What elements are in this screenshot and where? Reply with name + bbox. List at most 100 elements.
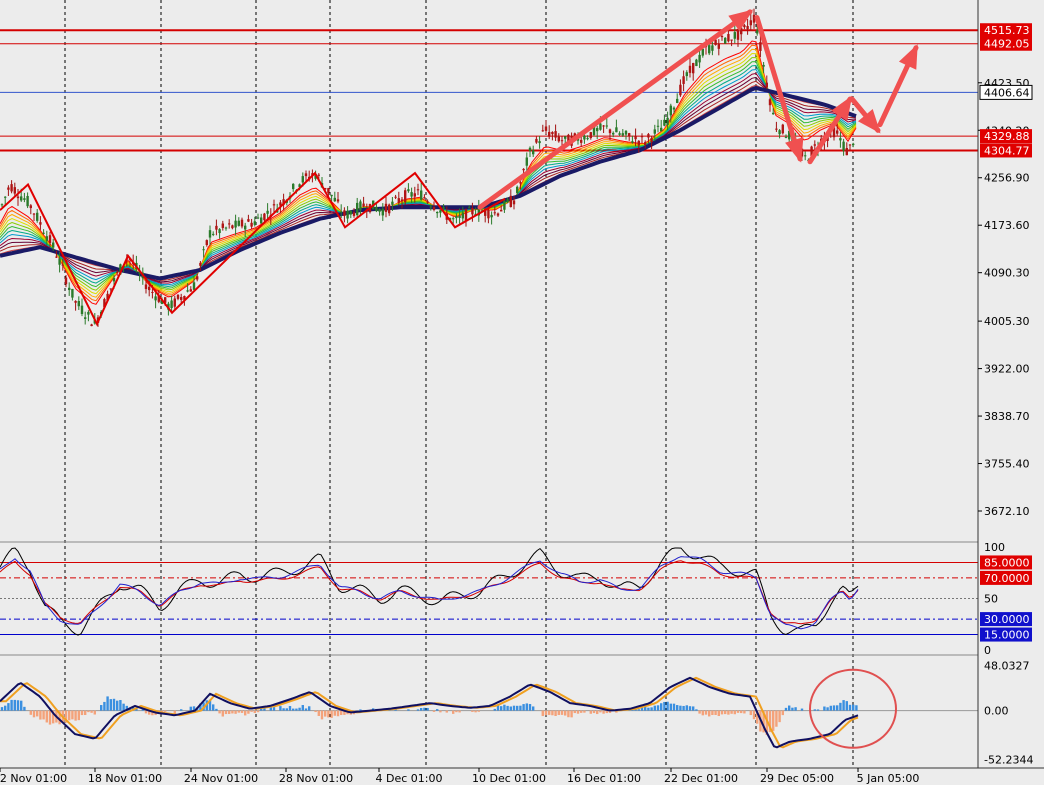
candle-body [90, 324, 93, 327]
candle-body [218, 229, 221, 234]
candle-body [87, 311, 90, 315]
candle-body [228, 223, 231, 225]
candle-body [836, 130, 839, 134]
macd-histogram-bar [592, 710, 596, 714]
candle-body [682, 76, 685, 84]
candle-body [733, 32, 736, 39]
macd-histogram-bar [106, 696, 109, 711]
candle-body [7, 187, 10, 190]
macd-histogram-bar [119, 700, 122, 711]
macd-tick-label: -52.2344 [984, 754, 1033, 767]
macd-histogram-bar [42, 710, 45, 720]
price-tags: 4515.734492.05 4406.64 4329.884304.77 [979, 23, 1033, 158]
candle-body [458, 215, 461, 218]
candle-body [730, 39, 733, 41]
candle-body [583, 135, 586, 140]
macd-histogram-bar [653, 705, 656, 711]
candle-body [317, 174, 320, 176]
candle-body [202, 249, 205, 251]
candle-body [224, 227, 228, 229]
candle-body [346, 210, 349, 219]
oscillator-level-label: 30.0000 [984, 613, 1030, 626]
price-tag-label: 4304.77 [984, 144, 1030, 157]
candle-body [589, 132, 592, 139]
macd-histogram-bar [16, 700, 20, 711]
macd-histogram-bar [90, 710, 93, 713]
oscillator-level-label: 85.0000 [984, 556, 1030, 569]
candle-body [727, 34, 730, 42]
macd-histogram-bar [452, 710, 455, 714]
candle-body [708, 45, 711, 54]
macd-histogram-bar [522, 704, 525, 711]
macd-histogram-bar [676, 705, 679, 711]
candle-body [71, 288, 74, 298]
macd-histogram-bar [644, 707, 647, 711]
candle-body [468, 207, 471, 209]
candle-body [148, 286, 151, 291]
macd-histogram-bar [564, 710, 567, 716]
candle-body [333, 197, 336, 202]
candle-body [176, 294, 180, 299]
price-tick-label: 3922.00 [984, 363, 1030, 376]
candle-body [154, 296, 157, 301]
macd-histogram-bar [39, 710, 42, 720]
candle-body [672, 107, 676, 110]
macd-histogram-bar [336, 710, 340, 717]
macd-histogram-bar [68, 710, 71, 721]
candle-body [749, 20, 752, 26]
macd-histogram-bar [74, 710, 77, 721]
candle-body [327, 188, 330, 194]
candle-body [394, 196, 397, 198]
candle-body [416, 189, 420, 191]
candle-body [173, 298, 176, 307]
oscillator-level-label: 15.0000 [984, 629, 1030, 642]
macd-histogram-bar [324, 710, 327, 717]
candle-body [26, 195, 29, 207]
macd-histogram-bar [845, 701, 848, 711]
candle-body [407, 189, 410, 192]
candle-body [746, 25, 749, 30]
candle-body [250, 222, 253, 227]
candle-body [701, 48, 704, 56]
macd-histogram-bar [788, 705, 791, 711]
macd-histogram-bar [285, 708, 288, 711]
macd-histogram-bar [506, 705, 509, 711]
candle-body [256, 217, 260, 219]
candle-body [32, 213, 36, 215]
candle-body [45, 236, 48, 241]
candle-body [653, 129, 656, 134]
candle-body [212, 233, 215, 235]
macd-histogram-bar [672, 703, 676, 711]
candle-body [378, 208, 381, 212]
macd-histogram-bar [116, 700, 119, 711]
candle-body [804, 155, 807, 157]
macd-histogram-bar [234, 710, 237, 714]
macd-histogram-bar [407, 709, 410, 711]
macd-histogram-bar [836, 705, 839, 711]
candle-body [68, 287, 71, 291]
macd-histogram-bar [688, 706, 692, 711]
candle-body [55, 256, 58, 258]
macd-histogram-bar [439, 710, 442, 713]
time-tick-label: 10 Dec 01:00 [472, 772, 546, 785]
candle-body [29, 205, 32, 209]
candle-body [266, 210, 269, 214]
candle-body [612, 132, 615, 135]
candle-body [16, 196, 20, 199]
macd-histogram-bar [180, 709, 183, 711]
candle-body [560, 140, 564, 142]
oscillator-tick-label: 0 [984, 644, 991, 657]
candle-body [356, 202, 359, 216]
macd-histogram-bar [218, 710, 221, 714]
macd-histogram-bar [298, 707, 301, 711]
macd-histogram-bar [736, 710, 740, 713]
macd-histogram-bar [794, 707, 797, 711]
macd-histogram-bar [663, 701, 666, 711]
macd-histogram-bar [816, 709, 820, 711]
macd-histogram-bar [327, 710, 330, 718]
candle-body [244, 225, 247, 230]
candle-body [720, 35, 724, 38]
macd-histogram-bar [320, 710, 324, 720]
macd-histogram-bar [93, 710, 96, 715]
candle-body [461, 212, 464, 219]
